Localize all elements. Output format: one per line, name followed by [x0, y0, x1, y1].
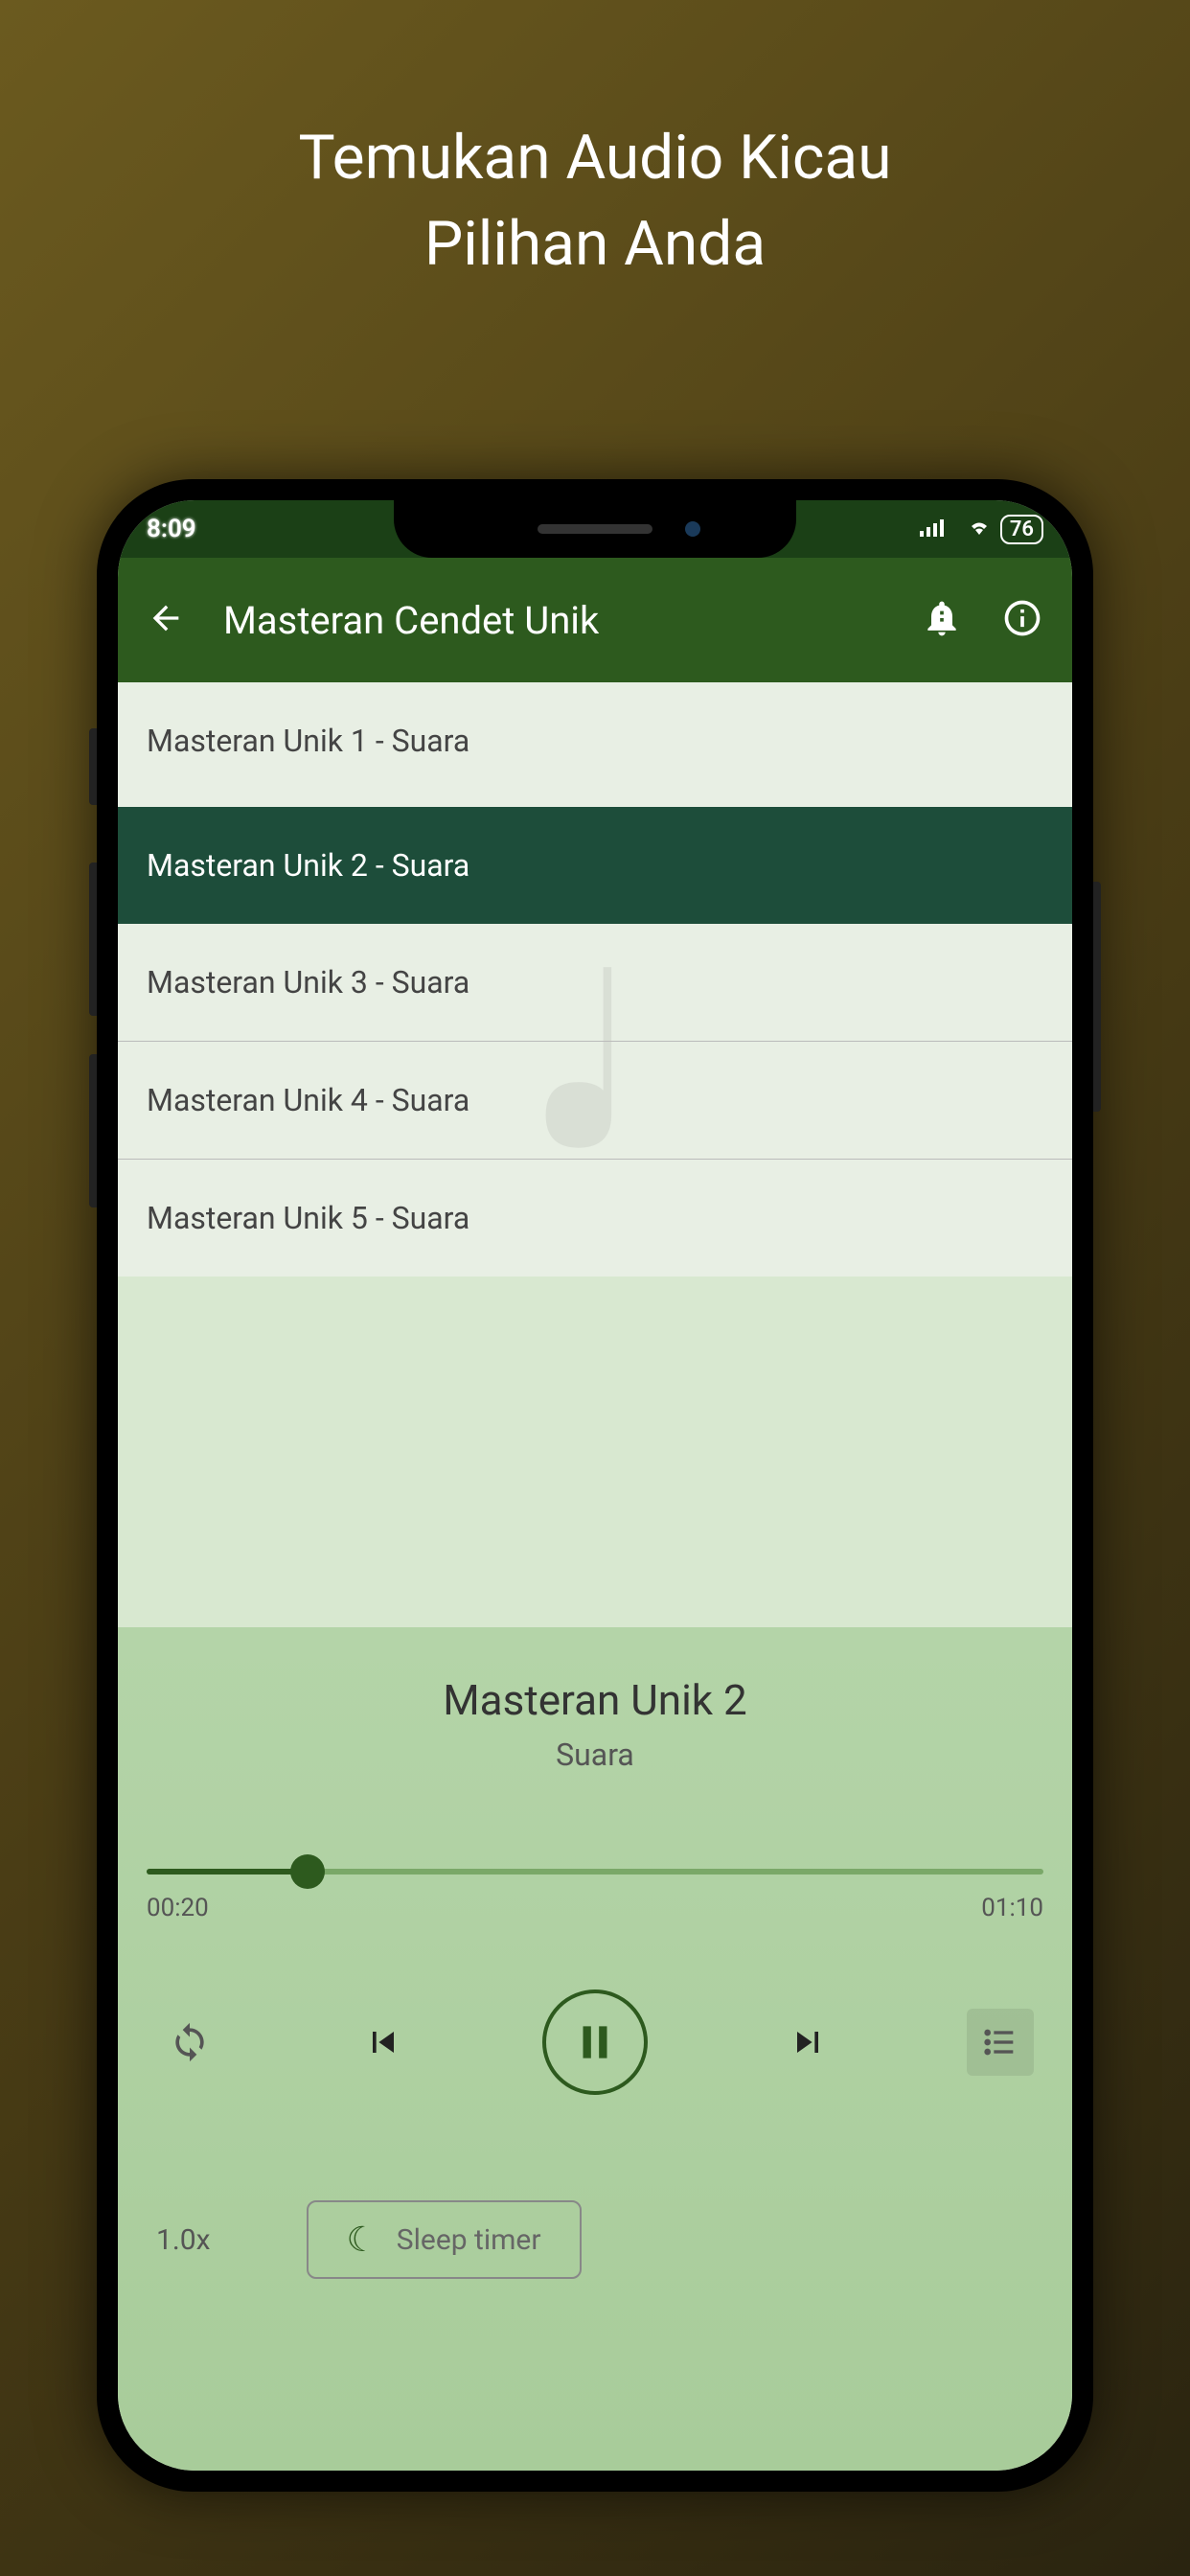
- progress-slider[interactable]: 00:20 01:10: [147, 1869, 1043, 1922]
- back-arrow-icon[interactable]: [147, 599, 185, 641]
- promo-line-2: Pilihan Anda: [0, 201, 1190, 288]
- pause-button[interactable]: [542, 1990, 648, 2095]
- next-icon[interactable]: [774, 2009, 841, 2076]
- track-label: Masteran Unik 3 - Suara: [147, 964, 469, 1000]
- playlist-icon[interactable]: [967, 2009, 1034, 2076]
- info-icon[interactable]: [1001, 597, 1043, 643]
- wifi-icon: [968, 515, 991, 543]
- player-panel: Masteran Unik 2 Suara 00:20 01:10: [118, 1627, 1072, 2471]
- status-time: 8:09: [147, 515, 196, 543]
- sleep-timer-button[interactable]: ☾ Sleep timer: [307, 2200, 582, 2279]
- side-button: [89, 1054, 97, 1208]
- track-label: Masteran Unik 4 - Suara: [147, 1082, 469, 1118]
- app-bar-title: Masteran Cendet Unik: [223, 598, 882, 643]
- signal-icon: [920, 515, 958, 543]
- track-label: Masteran Unik 1 - Suara: [147, 723, 469, 759]
- time-elapsed: 00:20: [147, 1894, 209, 1922]
- now-playing-subtitle: Suara: [147, 1736, 1043, 1773]
- repeat-icon[interactable]: [156, 2009, 223, 2076]
- phone-notch: [394, 500, 796, 558]
- track-item[interactable]: Masteran Unik 2 - Suara: [118, 807, 1072, 924]
- track-label: Masteran Unik 2 - Suara: [147, 847, 469, 884]
- bell-add-icon[interactable]: [921, 597, 963, 643]
- track-item[interactable]: Masteran Unik 3 - Suara: [118, 924, 1072, 1042]
- now-playing-title: Masteran Unik 2: [147, 1675, 1043, 1725]
- track-item[interactable]: Masteran Unik 4 - Suara: [118, 1042, 1072, 1160]
- progress-track: [147, 1869, 1043, 1874]
- promo-heading: Temukan Audio Kicau Pilihan Anda: [0, 0, 1190, 287]
- phone-screen: 8:09 76 Masteran Cendet Unik: [118, 500, 1072, 2471]
- promo-line-1: Temukan Audio Kicau: [0, 115, 1190, 201]
- time-total: 01:10: [981, 1894, 1043, 1922]
- app-bar: Masteran Cendet Unik: [118, 558, 1072, 682]
- side-button: [89, 728, 97, 805]
- time-row: 00:20 01:10: [147, 1894, 1043, 1922]
- playback-speed[interactable]: 1.0x: [156, 2223, 211, 2257]
- side-button: [89, 862, 97, 1016]
- track-label: Masteran Unik 5 - Suara: [147, 1200, 469, 1236]
- previous-icon[interactable]: [350, 2009, 417, 2076]
- side-button: [1093, 882, 1101, 1112]
- moon-icon: ☾: [347, 2220, 378, 2260]
- track-item[interactable]: Masteran Unik 5 - Suara: [118, 1160, 1072, 1276]
- progress-fill: [147, 1869, 308, 1874]
- sleep-timer-label: Sleep timer: [397, 2223, 541, 2257]
- phone-mockup-frame: 8:09 76 Masteran Cendet Unik: [97, 479, 1093, 2492]
- player-bottom-row: 1.0x ☾ Sleep timer: [147, 2200, 1043, 2279]
- status-indicators: 76: [920, 515, 1043, 544]
- progress-thumb[interactable]: [290, 1854, 325, 1889]
- track-item[interactable]: Masteran Unik 1 - Suara: [118, 682, 1072, 807]
- player-controls: [147, 1990, 1043, 2095]
- battery-badge: 76: [1000, 515, 1043, 544]
- track-list: Masteran Unik 1 - Suara Masteran Unik 2 …: [118, 682, 1072, 1276]
